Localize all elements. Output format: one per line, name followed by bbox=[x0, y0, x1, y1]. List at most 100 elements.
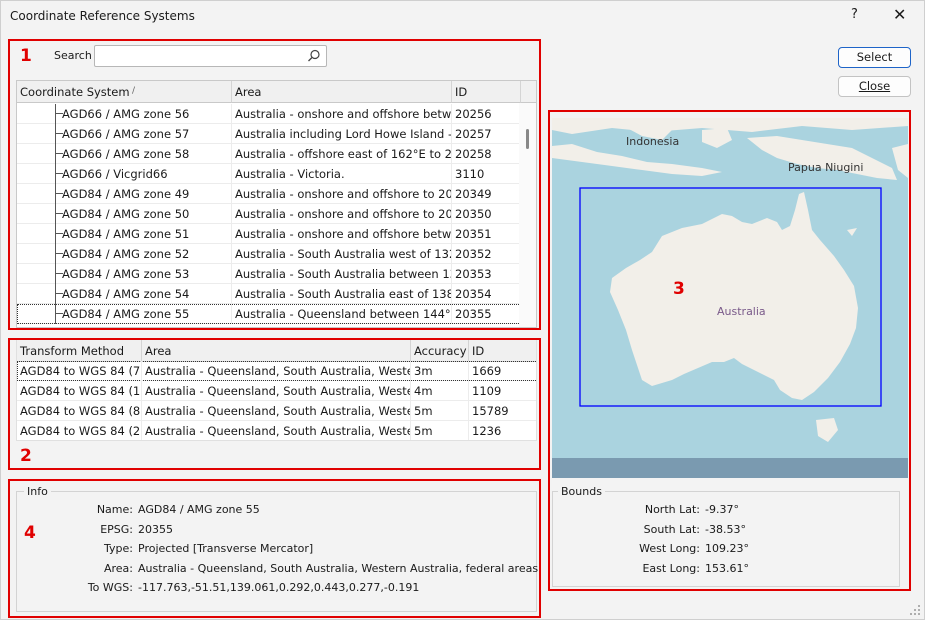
cell-coordinate-system: AGD84 / AMG zone 49 bbox=[17, 184, 232, 204]
help-button[interactable]: ? bbox=[851, 7, 858, 22]
cell-transform-method: AGD84 to WGS 84 (1) bbox=[17, 381, 142, 401]
column-header-id[interactable]: ID bbox=[452, 81, 521, 103]
info-group-title: Info bbox=[24, 485, 51, 498]
vertical-scrollbar[interactable] bbox=[519, 103, 536, 327]
table-row[interactable]: AGD84 / AMG zone 49 Australia - onshore a… bbox=[17, 184, 521, 204]
table-row[interactable]: AGD84 to WGS 84 (2) Australia - Queenslan… bbox=[17, 421, 536, 440]
window-title: Coordinate Reference Systems bbox=[10, 9, 195, 23]
resize-grip-icon[interactable] bbox=[909, 604, 921, 616]
cell-coordinate-system: AGD84 / AMG zone 52 bbox=[17, 244, 232, 264]
bounds-value: 153.61° bbox=[705, 561, 749, 575]
table-row[interactable]: AGD84 / AMG zone 54 Australia - South Aus… bbox=[17, 284, 521, 304]
bounds-label: West Long: bbox=[639, 542, 700, 555]
cell-area: Australia - onshore and offshore to 200 … bbox=[232, 204, 452, 224]
cell-id: 20258 bbox=[452, 144, 521, 164]
transform-method-table[interactable]: Transform Method Area Accuracy ID AGD84 … bbox=[16, 339, 537, 441]
cell-id: 1109 bbox=[469, 381, 536, 401]
table-row[interactable]: AGD84 / AMG zone 51 Australia - onshore a… bbox=[17, 224, 521, 244]
callout-number-4: 4 bbox=[24, 523, 36, 543]
bounds-value: -9.37° bbox=[705, 503, 739, 516]
column-header-id[interactable]: ID bbox=[469, 340, 536, 362]
info-label: To WGS: bbox=[87, 581, 133, 594]
bounds-value: -38.53° bbox=[705, 522, 746, 536]
column-header-coordinate-system[interactable]: Coordinate System / bbox=[17, 81, 232, 103]
cell-id: 20256 bbox=[452, 104, 521, 124]
table-row[interactable]: AGD66 / AMG zone 58 Australia - offshore … bbox=[17, 144, 521, 164]
cell-accuracy: 3m bbox=[411, 361, 469, 381]
cell-area: Australia - onshore and offshore to 200 … bbox=[232, 184, 452, 204]
column-header-area[interactable]: Area bbox=[232, 81, 452, 103]
cell-area: Australia - onshore and offshore betwe… bbox=[232, 104, 452, 124]
cell-coordinate-system: AGD84 / AMG zone 55 bbox=[17, 304, 232, 324]
scroll-thumb[interactable] bbox=[526, 129, 529, 149]
table-row[interactable]: AGD84 / AMG zone 53 Australia - South Aus… bbox=[17, 264, 521, 284]
info-label: Area: bbox=[103, 561, 133, 575]
search-box[interactable] bbox=[94, 45, 327, 67]
cell-coordinate-system: AGD84 / AMG zone 54 bbox=[17, 284, 232, 304]
cell-id: 20350 bbox=[452, 204, 521, 224]
column-header-area[interactable]: Area bbox=[142, 340, 411, 362]
table-row[interactable]: AGD84 / AMG zone 50 Australia - onshore a… bbox=[17, 204, 521, 224]
coordinate-system-table[interactable]: Coordinate System / Area ID AGD66 / AMG … bbox=[16, 80, 537, 328]
cell-transform-method: AGD84 to WGS 84 (7) bbox=[17, 361, 142, 381]
cell-coordinate-system: AGD84 / AMG zone 50 bbox=[17, 204, 232, 224]
cell-id: 1236 bbox=[469, 421, 536, 440]
map-label-papua: Papua Niugini bbox=[788, 161, 863, 174]
table-row[interactable]: AGD84 to WGS 84 (7) Australia - Queenslan… bbox=[17, 361, 536, 381]
cell-area: Australia - Queensland between 144°E … bbox=[232, 304, 452, 324]
cell-area: Australia - South Australia west of 132°… bbox=[232, 244, 452, 264]
cell-id: 1669 bbox=[469, 361, 536, 381]
table-row[interactable]: AGD66 / AMG zone 57 Australia including L… bbox=[17, 124, 521, 144]
callout-number-3: 3 bbox=[673, 279, 685, 299]
cell-area: Australia - Victoria. bbox=[232, 164, 452, 184]
column-header-label: Coordinate System bbox=[20, 85, 130, 99]
cell-coordinate-system: AGD84 / AMG zone 53 bbox=[17, 264, 232, 284]
cell-transform-method: AGD84 to WGS 84 (8) bbox=[17, 401, 142, 421]
title-bar: Coordinate Reference Systems ? ✕ bbox=[0, 0, 925, 32]
bounds-label: North Lat: bbox=[644, 503, 700, 516]
cell-id: 20354 bbox=[452, 284, 521, 304]
cell-coordinate-system: AGD66 / AMG zone 57 bbox=[17, 124, 232, 144]
search-input[interactable] bbox=[99, 47, 299, 65]
info-label: EPSG: bbox=[100, 522, 133, 536]
select-button[interactable]: Select bbox=[838, 47, 911, 68]
cell-accuracy: 5m bbox=[411, 421, 469, 440]
sort-indicator-icon: / bbox=[132, 86, 136, 96]
cell-area: Australia - Queensland, South Australia,… bbox=[142, 421, 411, 440]
info-value: Projected [Transverse Mercator] bbox=[138, 542, 314, 555]
cell-id: 20352 bbox=[452, 244, 521, 264]
table-row[interactable]: AGD84 to WGS 84 (8) Australia - Queenslan… bbox=[17, 401, 536, 421]
search-label: Search bbox=[54, 49, 92, 62]
close-button[interactable]: Close bbox=[838, 76, 911, 97]
bounds-group-title: Bounds bbox=[558, 485, 605, 498]
cell-coordinate-system: AGD66 / AMG zone 58 bbox=[17, 144, 232, 164]
callout-number-1: 1 bbox=[20, 46, 32, 66]
cell-transform-method: AGD84 to WGS 84 (2) bbox=[17, 421, 142, 440]
area-of-use-map[interactable]: Indonesia Papua Niugini Australia bbox=[552, 118, 908, 478]
cell-area: Australia - Queensland, South Australia,… bbox=[142, 361, 411, 381]
search-icon[interactable] bbox=[306, 48, 322, 64]
cell-area: Australia - offshore east of 162°E to 20… bbox=[232, 144, 452, 164]
map-canvas[interactable]: Indonesia Papua Niugini Australia bbox=[552, 118, 908, 478]
bounds-label: East Long: bbox=[642, 561, 700, 575]
cell-coordinate-system: AGD66 / Vicgrid66 bbox=[17, 164, 232, 184]
table-row[interactable]: AGD66 / Vicgrid66 Australia - Victoria. 31… bbox=[17, 164, 521, 184]
bounds-value: 109.23° bbox=[705, 542, 749, 555]
close-window-button[interactable]: ✕ bbox=[893, 5, 906, 24]
cell-id: 3110 bbox=[452, 164, 521, 184]
table-row[interactable]: AGD84 / AMG zone 52 Australia - South Aus… bbox=[17, 244, 521, 264]
table-row[interactable]: AGD84 to WGS 84 (1) Australia - Queenslan… bbox=[17, 381, 536, 401]
column-header-accuracy[interactable]: Accuracy bbox=[411, 340, 469, 362]
cell-area: Australia - Queensland, South Australia,… bbox=[142, 381, 411, 401]
cell-id: 15789 bbox=[469, 401, 536, 421]
cell-id: 20351 bbox=[452, 224, 521, 244]
table-row[interactable]: AGD66 / AMG zone 56 Australia - onshore a… bbox=[17, 104, 521, 124]
cell-area: Australia - onshore and offshore betwe… bbox=[232, 224, 452, 244]
info-value: AGD84 / AMG zone 55 bbox=[138, 503, 260, 516]
column-header-filler bbox=[521, 81, 536, 103]
bounds-label: South Lat: bbox=[643, 522, 700, 536]
column-header-transform-method[interactable]: Transform Method bbox=[17, 340, 142, 362]
table-row[interactable]: AGD84 / AMG zone 55 Australia - Queenslan… bbox=[17, 304, 521, 324]
info-value: -117.763,-51.51,139.061,0.292,0.443,0.27… bbox=[138, 581, 420, 594]
cell-area: Australia - South Australia east of 138°… bbox=[232, 284, 452, 304]
